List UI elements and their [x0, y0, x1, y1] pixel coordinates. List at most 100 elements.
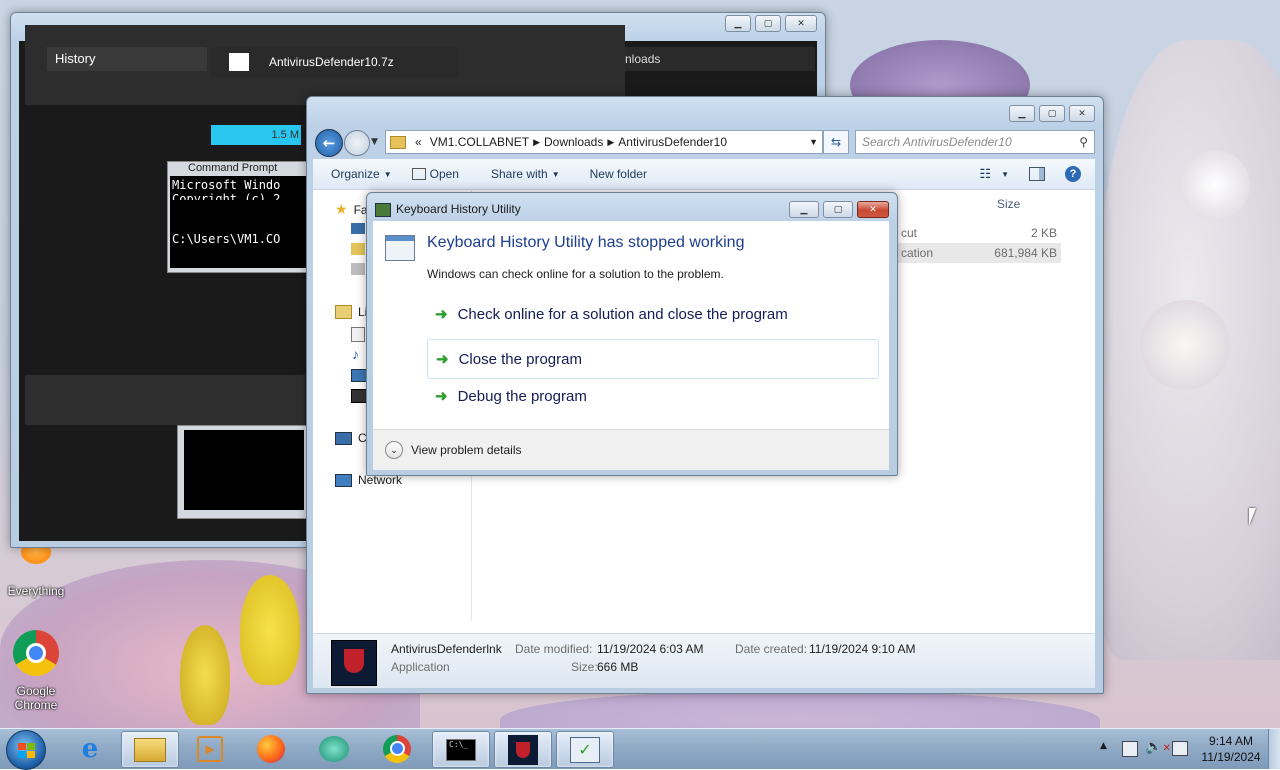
details-pane: AntivirusDefenderlnk Application Date mo…: [313, 633, 1095, 688]
green-arrow-icon: ➜: [436, 351, 449, 368]
open-button[interactable]: Open: [402, 167, 469, 181]
minimize-button[interactable]: ▁: [789, 201, 819, 218]
cmd-window-lower: [177, 425, 309, 519]
command-prompt-window[interactable]: Command Prompt Microsoft Windo Copyright…: [167, 161, 309, 273]
error-dialog[interactable]: Keyboard History Utility ▁ ▢ ✕ Keyboard …: [366, 192, 898, 476]
maximize-button[interactable]: ▢: [823, 201, 853, 218]
column-header-size[interactable]: Size: [997, 197, 1020, 211]
breadcrumb-vm1[interactable]: VM1.COLLABNET: [426, 135, 533, 149]
breadcrumb-separator-icon[interactable]: ▶: [533, 137, 540, 148]
network-status-icon[interactable]: [1172, 741, 1188, 756]
nav-item-icon[interactable]: [351, 243, 365, 255]
dark-overlay-panel: [25, 375, 305, 425]
address-dropdown-icon[interactable]: ▼: [809, 137, 818, 147]
file-row-selected[interactable]: cation 681,984 KB: [873, 243, 1061, 263]
breadcrumb-current-folder[interactable]: AntivirusDefender10: [614, 135, 731, 149]
media-player-icon: ▶: [197, 735, 223, 762]
tab-downloads[interactable]: nloads: [625, 47, 815, 71]
action-label: Check online for a solution and close th…: [457, 305, 788, 323]
desktop-icon-google-chrome[interactable]: Google Chrome: [6, 630, 66, 712]
taskbar-file-explorer[interactable]: [121, 731, 179, 768]
details-size-value: 666 MB: [597, 660, 639, 674]
address-overflow[interactable]: «: [411, 135, 426, 149]
nav-item-icon[interactable]: [351, 263, 365, 275]
dialog-body: Keyboard History Utility has stopped wor…: [373, 221, 889, 470]
taskbar-chrome[interactable]: [369, 731, 425, 766]
details-file-type: Application: [391, 660, 450, 674]
check-online-button[interactable]: ➜ Check online for a solution and close t…: [427, 301, 796, 327]
share-with-button[interactable]: Share with ▼: [481, 167, 570, 181]
start-button[interactable]: [6, 730, 46, 770]
wallpaper-shape: [1180, 150, 1250, 220]
search-icon[interactable]: ⚲: [1079, 135, 1088, 149]
taskbar-internet-explorer[interactable]: e: [62, 731, 118, 766]
close-button[interactable]: ✕: [857, 201, 889, 218]
dropdown-arrow-icon: ▼: [551, 169, 560, 179]
view-problem-details-toggle[interactable]: ⌄ View problem details: [385, 441, 522, 459]
taskbar-keyboard-history-utility[interactable]: ✓: [556, 731, 614, 768]
organize-button[interactable]: Organize ▼: [313, 167, 402, 181]
close-button[interactable]: ✕: [1069, 105, 1095, 122]
help-button[interactable]: ?: [1055, 166, 1095, 182]
desktop-icon-label: Everything: [7, 584, 65, 598]
search-box[interactable]: Search AntivirusDefender10 ⚲: [855, 130, 1095, 154]
refresh-button[interactable]: ⇆: [823, 130, 849, 154]
firefox-icon: [257, 734, 285, 763]
address-bar[interactable]: « VM1.COLLABNET ▶ Downloads ▶ AntivirusD…: [385, 130, 823, 154]
minimize-button[interactable]: ▁: [1009, 105, 1035, 122]
green-arrow-icon: ➜: [435, 388, 448, 405]
breadcrumb-downloads[interactable]: Downloads: [540, 135, 607, 149]
file-row[interactable]: cut 2 KB: [873, 223, 1061, 243]
details-size-label: Size:: [571, 660, 598, 674]
desktop-icon-everything[interactable]: Everything: [4, 540, 68, 598]
organize-label: Organize: [331, 167, 380, 181]
taskbar-vpn[interactable]: [306, 731, 362, 766]
close-button[interactable]: ✕: [785, 15, 817, 32]
chevron-down-icon: ⌄: [385, 441, 403, 459]
new-folder-button[interactable]: New folder: [580, 167, 657, 181]
tab-history[interactable]: History: [47, 47, 207, 71]
wallpaper-shape: [240, 575, 300, 685]
minimize-button[interactable]: ▁: [725, 15, 751, 32]
taskbar-firefox[interactable]: [243, 731, 299, 766]
nav-item-icon[interactable]: [351, 223, 365, 234]
back-arrow-icon: ←: [322, 134, 336, 152]
volume-muted-icon[interactable]: 🔈✕: [1145, 739, 1171, 755]
nav-item-icon[interactable]: [351, 327, 365, 342]
debug-program-button[interactable]: ➜ Debug the program: [427, 383, 595, 409]
dropdown-arrow-icon: ▼: [383, 169, 392, 179]
pictures-icon[interactable]: [351, 369, 367, 382]
videos-icon[interactable]: [351, 389, 367, 403]
recent-pages-dropdown[interactable]: ▼: [371, 137, 378, 147]
show-desktop-button[interactable]: [1268, 729, 1280, 769]
maximize-button[interactable]: ▢: [755, 15, 781, 32]
breadcrumb-separator-icon[interactable]: ▶: [607, 137, 614, 148]
view-problem-details-label: View problem details: [411, 443, 522, 457]
preview-pane-button[interactable]: [1019, 167, 1055, 181]
wallpaper-shape: [180, 625, 230, 725]
cmd-output-line: Microsoft Windo: [172, 178, 281, 192]
show-hidden-icons-button[interactable]: ▲: [1100, 741, 1107, 751]
desktop-icon-label: Google: [16, 684, 56, 698]
internet-explorer-icon: e: [81, 733, 99, 764]
command-prompt-icon: C:\_: [446, 738, 476, 761]
open-label: Open: [429, 167, 459, 181]
close-program-button[interactable]: ➜ Close the program: [427, 339, 879, 379]
taskbar-command-prompt[interactable]: C:\_: [432, 731, 490, 768]
music-icon[interactable]: ♪: [352, 346, 359, 362]
preview-pane-icon: [1029, 167, 1045, 181]
back-button[interactable]: ←: [315, 129, 343, 157]
dialog-title: Keyboard History Utility: [396, 202, 521, 216]
maximize-button[interactable]: ▢: [1039, 105, 1065, 122]
clock[interactable]: 9:14 AM 11/19/2024: [1196, 733, 1266, 765]
download-item[interactable]: AntivirusDefender10.7z: [211, 47, 459, 77]
forward-button[interactable]: [344, 130, 370, 156]
clock-date: 11/19/2024: [1201, 750, 1261, 764]
taskbar-media-player[interactable]: ▶: [182, 731, 238, 766]
taskbar-antivirus-defender[interactable]: [494, 731, 552, 768]
keyboard-history-icon: ✓: [570, 736, 600, 763]
change-view-button[interactable]: ☷ ▼: [969, 166, 1019, 182]
action-center-icon[interactable]: [1122, 741, 1138, 757]
dialog-subtext: Windows can check online for a solution …: [427, 267, 724, 281]
nav-favorites[interactable]: ★ Fa: [335, 201, 368, 218]
